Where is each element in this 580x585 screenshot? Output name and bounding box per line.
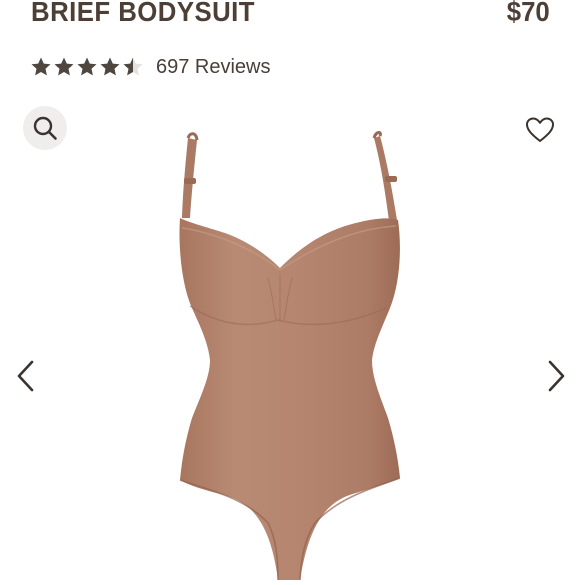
- next-image-button[interactable]: [544, 358, 570, 394]
- star-icon: [31, 57, 51, 76]
- bodysuit-illustration: [179, 131, 401, 581]
- product-title: BRIEF BODYSUIT: [31, 0, 255, 27]
- reviews-link[interactable]: 697 Reviews: [156, 56, 271, 79]
- search-button[interactable]: [23, 106, 67, 150]
- product-image[interactable]: [150, 128, 440, 581]
- chevron-right-icon: [548, 360, 565, 392]
- wishlist-button[interactable]: [524, 115, 556, 145]
- star-icon: [100, 57, 120, 76]
- star-rating: [30, 56, 144, 78]
- product-price: $70: [507, 0, 550, 27]
- previous-image-button[interactable]: [12, 358, 38, 394]
- search-icon: [33, 116, 57, 140]
- star-icon: [54, 57, 74, 76]
- star-icon: [123, 57, 143, 76]
- rating-row[interactable]: 697 Reviews: [30, 52, 271, 82]
- chevron-left-icon: [17, 360, 34, 392]
- heart-icon: [526, 117, 554, 142]
- star-icon: [77, 57, 97, 76]
